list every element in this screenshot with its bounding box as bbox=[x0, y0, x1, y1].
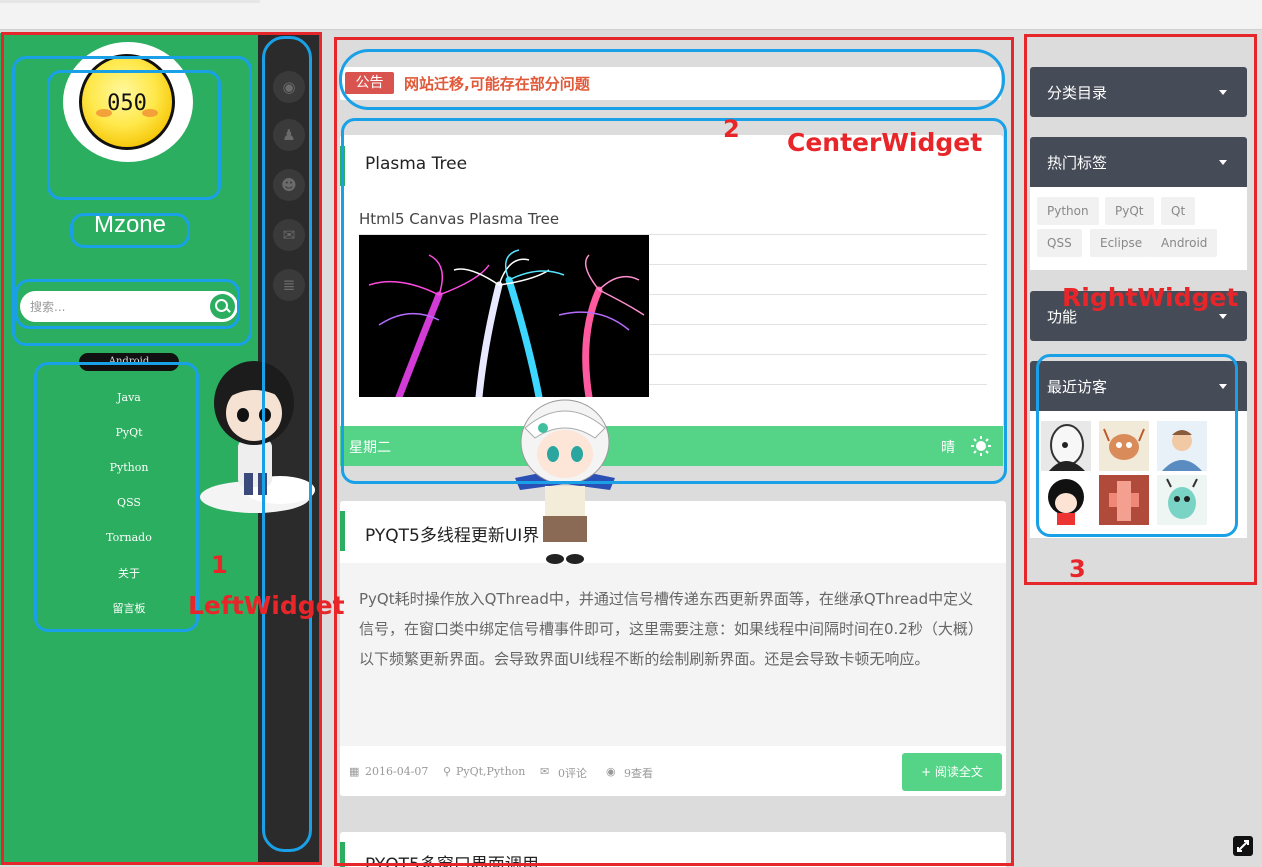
post-accent bbox=[340, 511, 345, 551]
recent-visitors-panel bbox=[1030, 411, 1247, 538]
avatar-text: 050 bbox=[107, 91, 147, 116]
weibo-icon[interactable]: ◉ bbox=[273, 71, 305, 103]
post-title[interactable]: Plasma Tree bbox=[365, 154, 467, 174]
nav-header[interactable]: Android bbox=[79, 353, 179, 371]
nav-item-pyqt[interactable]: PyQt bbox=[60, 426, 198, 439]
recent-visitors-label: 最近访客 bbox=[1047, 378, 1108, 396]
nav-item-tornado[interactable]: Tornado bbox=[60, 531, 198, 544]
chevron-down-icon bbox=[1219, 90, 1227, 95]
post-excerpt: PyQt耗时操作放入QThread中，并通过信号槽传递东西更新界面等，在继承QT… bbox=[359, 590, 983, 668]
tag-item[interactable]: Python bbox=[1037, 197, 1099, 225]
post-comments[interactable]: 0评论 bbox=[558, 765, 587, 781]
nav-item-guestbook[interactable]: 留言板 bbox=[60, 600, 198, 616]
location-icon: ⚲ bbox=[443, 765, 452, 778]
notice-text[interactable]: 网站迁移,可能存在部分问题 bbox=[404, 73, 590, 94]
recent-visitors-header[interactable]: 最近访客 bbox=[1030, 361, 1247, 411]
nav-item-python[interactable]: Python bbox=[60, 461, 198, 474]
categories-label: 分类目录 bbox=[1047, 84, 1108, 102]
tag-item[interactable]: Android bbox=[1151, 229, 1218, 257]
avatar[interactable]: 050 bbox=[63, 42, 193, 162]
center-number: 2 bbox=[723, 115, 740, 143]
chevron-down-icon bbox=[1219, 314, 1227, 319]
right-number: 3 bbox=[1069, 555, 1086, 583]
visitor-avatar[interactable] bbox=[1157, 421, 1207, 471]
group-icon[interactable]: ☻ bbox=[273, 169, 305, 201]
notice-bar: 公告 网站迁移,可能存在部分问题 bbox=[340, 67, 1001, 100]
browser-top-bar bbox=[0, 0, 1262, 30]
eye-icon: ◉ bbox=[606, 765, 616, 778]
post-tags[interactable]: PyQt,Python bbox=[456, 765, 525, 778]
tag-item[interactable]: QSS bbox=[1037, 229, 1082, 257]
notice-tag: 公告 bbox=[345, 72, 394, 94]
left-widget-label: LeftWidget bbox=[188, 591, 345, 620]
search-input[interactable] bbox=[30, 297, 200, 317]
post-subtitle: Html5 Canvas Plasma Tree bbox=[359, 210, 560, 228]
comment-icon: ✉ bbox=[540, 765, 550, 778]
visitor-avatar[interactable] bbox=[1099, 475, 1149, 525]
center-widget-label: CenterWidget bbox=[787, 128, 983, 157]
search-box bbox=[20, 291, 238, 322]
left-number: 1 bbox=[211, 551, 228, 579]
chevron-down-icon bbox=[1219, 384, 1227, 389]
sun-icon bbox=[971, 436, 991, 456]
post-date: 2016-04-07 bbox=[365, 765, 429, 778]
post-accent bbox=[340, 146, 345, 186]
weather-bar: 星期二 晴 bbox=[340, 426, 1003, 466]
tag-item[interactable]: PyQt bbox=[1105, 197, 1154, 225]
list-icon[interactable]: ≣ bbox=[273, 269, 305, 301]
plasma-tree-image[interactable] bbox=[359, 235, 649, 397]
chibi-mascot-center bbox=[515, 399, 615, 564]
categories-header[interactable]: 分类目录 bbox=[1030, 67, 1247, 117]
search-icon[interactable] bbox=[210, 294, 235, 319]
nav-item-qss[interactable]: QSS bbox=[60, 496, 198, 509]
post-title[interactable]: PYQT5多窗口界面调用 bbox=[365, 850, 539, 867]
chevron-down-icon bbox=[1219, 160, 1227, 165]
hot-tags-header[interactable]: 热门标签 bbox=[1030, 137, 1247, 187]
right-widget-label: RightWidget bbox=[1062, 283, 1239, 312]
post-card: PYQT5多窗口界面调用 bbox=[340, 832, 1006, 867]
nav-item-java[interactable]: Java bbox=[60, 391, 198, 404]
post-accent bbox=[340, 842, 345, 867]
profile-name: Mzone bbox=[93, 211, 167, 238]
hot-tags-label: 热门标签 bbox=[1047, 154, 1108, 172]
calendar-icon: ▦ bbox=[349, 765, 360, 778]
weather-state: 晴 bbox=[941, 440, 955, 456]
visitor-avatar[interactable] bbox=[1157, 475, 1207, 525]
wechat-icon[interactable]: ✉ bbox=[273, 219, 305, 251]
post-views: 9查看 bbox=[624, 767, 653, 780]
tag-item[interactable]: Eclipse bbox=[1090, 229, 1153, 257]
qq-icon[interactable]: ♟ bbox=[273, 119, 305, 151]
expand-icon[interactable] bbox=[1233, 836, 1253, 856]
visitor-avatar[interactable] bbox=[1041, 475, 1091, 525]
chibi-mascot-left bbox=[200, 361, 315, 513]
top-strip bbox=[0, 0, 260, 3]
nav-item-about[interactable]: 关于 bbox=[60, 565, 198, 581]
visitor-avatar[interactable] bbox=[1041, 421, 1091, 471]
avatar-face: 050 bbox=[79, 54, 175, 150]
weather-day: 星期二 bbox=[349, 440, 391, 456]
tag-item[interactable]: Qt bbox=[1161, 197, 1196, 225]
read-more-button[interactable]: + 阅读全文 bbox=[902, 753, 1002, 791]
visitor-avatar[interactable] bbox=[1099, 421, 1149, 471]
hot-tags-panel: Python PyQt Qt QSS Eclipse Android bbox=[1030, 187, 1247, 270]
